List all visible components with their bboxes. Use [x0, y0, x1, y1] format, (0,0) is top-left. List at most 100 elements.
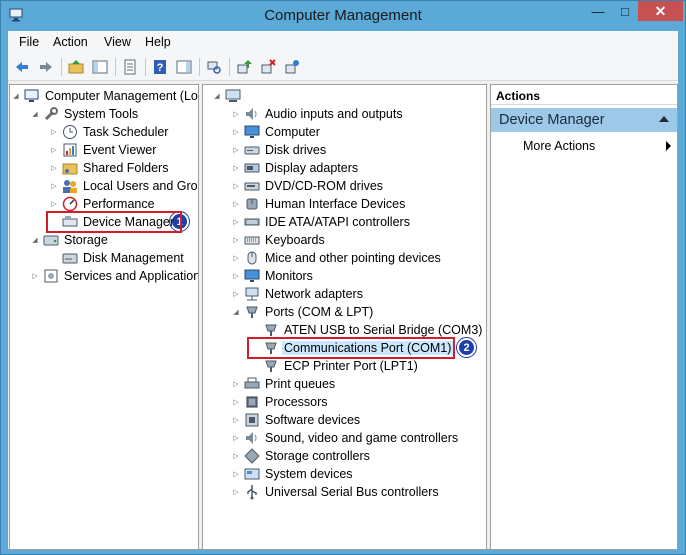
device-category[interactable]: ▷ Software devices [230, 411, 362, 429]
expand-triangle-icon[interactable]: ▷ [230, 231, 242, 249]
collapse-triangle-icon[interactable]: ◢ [29, 105, 41, 123]
back-button[interactable] [12, 57, 32, 77]
device-tree-root[interactable]: ◢ [211, 87, 248, 105]
expand-triangle-icon[interactable]: ▷ [230, 429, 242, 447]
expand-triangle-icon[interactable]: ▷ [230, 123, 242, 141]
navigation-tree-pane[interactable]: ◢ Computer Management (Local ◢ System Tools… [9, 84, 199, 550]
device-category[interactable]: ▷ Display adapters [230, 159, 360, 177]
menu-action[interactable]: Action [53, 35, 88, 49]
menu-view[interactable]: View [104, 35, 131, 49]
toolbar: ? [8, 53, 678, 81]
monitor-icon [244, 125, 260, 138]
expand-triangle-icon[interactable]: ▷ [230, 447, 242, 465]
maximize-button[interactable]: □ [612, 1, 638, 21]
nav-tree-item[interactable]: ▷ Task Scheduler [48, 123, 170, 141]
actions-header: Actions [491, 85, 677, 105]
expand-triangle-icon[interactable]: ▷ [230, 249, 242, 267]
menu-file[interactable]: File [19, 35, 39, 49]
collapse-arrow-icon[interactable] [659, 116, 669, 122]
collapse-triangle-icon[interactable]: ◢ [230, 303, 242, 321]
callout-badge-2: 2 [457, 338, 476, 357]
device-category[interactable]: ▷ Keyboards [230, 231, 327, 249]
device-item-communications-port[interactable]: Communications Port (COM1) [246, 337, 456, 359]
device-category[interactable]: ▷ Human Interface Devices [230, 195, 407, 213]
update-driver-button[interactable] [234, 57, 254, 77]
device-label: Storage controllers [265, 449, 370, 463]
nav-tree-item[interactable]: ▷ Shared Folders [48, 159, 170, 177]
device-category[interactable]: ▷ Audio inputs and outputs [230, 105, 405, 123]
device-category[interactable]: ▷ Universal Serial Bus controllers [230, 483, 441, 501]
expand-triangle-icon[interactable]: ▷ [230, 105, 242, 123]
expand-triangle-icon[interactable]: ▷ [230, 267, 242, 285]
minimize-button[interactable]: — [584, 1, 612, 21]
expand-triangle-icon[interactable]: ▷ [230, 375, 242, 393]
expand-triangle-icon[interactable]: ▷ [230, 285, 242, 303]
close-button[interactable]: ✕ [638, 1, 683, 21]
device-category[interactable]: ▷ IDE ATA/ATAPI controllers [230, 213, 412, 231]
computer-management-window: Computer Management — □ ✕ File Action Vi… [0, 0, 686, 555]
expand-triangle-icon[interactable]: ▷ [48, 123, 60, 141]
dvd-icon [244, 182, 260, 191]
expand-triangle-icon[interactable]: ▷ [230, 465, 242, 483]
nav-tree-item[interactable]: ◢ Computer Management (Local [10, 87, 198, 105]
expand-triangle-icon[interactable]: ▷ [230, 177, 242, 195]
device-category[interactable]: ▷ Storage controllers [230, 447, 372, 465]
expand-triangle-icon[interactable]: ▷ [230, 195, 242, 213]
collapse-triangle-icon[interactable]: ◢ [211, 87, 223, 105]
more-actions-item[interactable]: More Actions [523, 139, 595, 153]
device-category[interactable]: ▷ System devices [230, 465, 355, 483]
expand-triangle-icon[interactable]: ▷ [48, 159, 60, 177]
show-hide-tree-button[interactable] [90, 57, 110, 77]
actions-section-device-manager[interactable]: Device Manager [491, 108, 677, 132]
device-category[interactable]: ◢ Ports (COM & LPT) [230, 303, 375, 321]
menu-help[interactable]: Help [145, 35, 171, 49]
nav-tree-item[interactable]: Disk Management [48, 249, 186, 267]
show-hide-action-pane-button[interactable] [174, 57, 194, 77]
device-category[interactable]: ▷ DVD/CD-ROM drives [230, 177, 385, 195]
device-category[interactable]: ▷ Mice and other pointing devices [230, 249, 443, 267]
help-button[interactable]: ? [150, 57, 170, 77]
device-category[interactable]: ▷ Disk drives [230, 141, 328, 159]
expand-triangle-icon[interactable]: ▷ [230, 213, 242, 231]
export-list-button[interactable] [120, 57, 140, 77]
collapse-triangle-icon[interactable]: ◢ [10, 87, 22, 105]
title-bar[interactable]: Computer Management — □ ✕ [1, 1, 685, 31]
expand-triangle-icon[interactable]: ▷ [230, 141, 242, 159]
nav-tree-item[interactable]: ▷ Local Users and Groups [48, 177, 198, 195]
expand-triangle-icon[interactable]: ▷ [29, 267, 41, 285]
nav-tree-item-device-manager[interactable]: Device Manager [45, 211, 183, 233]
nav-tree-item[interactable]: ▷ Event Viewer [48, 141, 158, 159]
device-category[interactable]: ▷ Print queues [230, 375, 337, 393]
nav-tree-item[interactable]: ◢ System Tools [29, 105, 140, 123]
device-item[interactable]: ECP Printer Port (LPT1) [249, 357, 420, 375]
uninstall-device-button[interactable] [258, 57, 278, 77]
speaker-icon [246, 108, 257, 120]
expand-triangle-icon[interactable]: ▷ [230, 159, 242, 177]
device-category[interactable]: ▷ Monitors [230, 267, 315, 285]
device-category[interactable]: ▷ Sound, video and game controllers [230, 429, 460, 447]
nav-tree-item[interactable]: ▷ Services and Applications [29, 267, 198, 285]
expand-triangle-icon[interactable]: ▷ [48, 195, 60, 213]
nav-tree-item[interactable]: ▷ Performance [48, 195, 157, 213]
forward-button[interactable] [36, 57, 56, 77]
expand-triangle-icon[interactable]: ▷ [48, 141, 60, 159]
device-label: Monitors [265, 269, 313, 283]
device-category[interactable]: ▷ Processors [230, 393, 330, 411]
scan-hardware-button[interactable] [204, 57, 224, 77]
expand-triangle-icon[interactable]: ▷ [230, 393, 242, 411]
device-label: Disk drives [265, 143, 327, 157]
disable-device-button[interactable] [282, 57, 302, 77]
storage-icon [43, 235, 59, 246]
device-tree-pane[interactable]: ◢ ▷ Audio inputs and outputs ▷ Computer ▷ Disk… [202, 84, 487, 550]
device-category[interactable]: ▷ Computer [230, 123, 322, 141]
processor-icon [246, 396, 258, 408]
expand-triangle-icon[interactable]: ▷ [230, 483, 242, 501]
collapse-triangle-icon[interactable]: ◢ [29, 231, 41, 249]
device-item[interactable]: ATEN USB to Serial Bridge (COM3) [249, 321, 484, 339]
expand-triangle-icon[interactable]: ▷ [48, 177, 60, 195]
disk-drive-icon [244, 146, 260, 155]
up-folder-button[interactable] [66, 57, 86, 77]
nav-tree-item[interactable]: ◢ Storage [29, 231, 110, 249]
device-category[interactable]: ▷ Network adapters [230, 285, 365, 303]
expand-triangle-icon[interactable]: ▷ [230, 411, 242, 429]
